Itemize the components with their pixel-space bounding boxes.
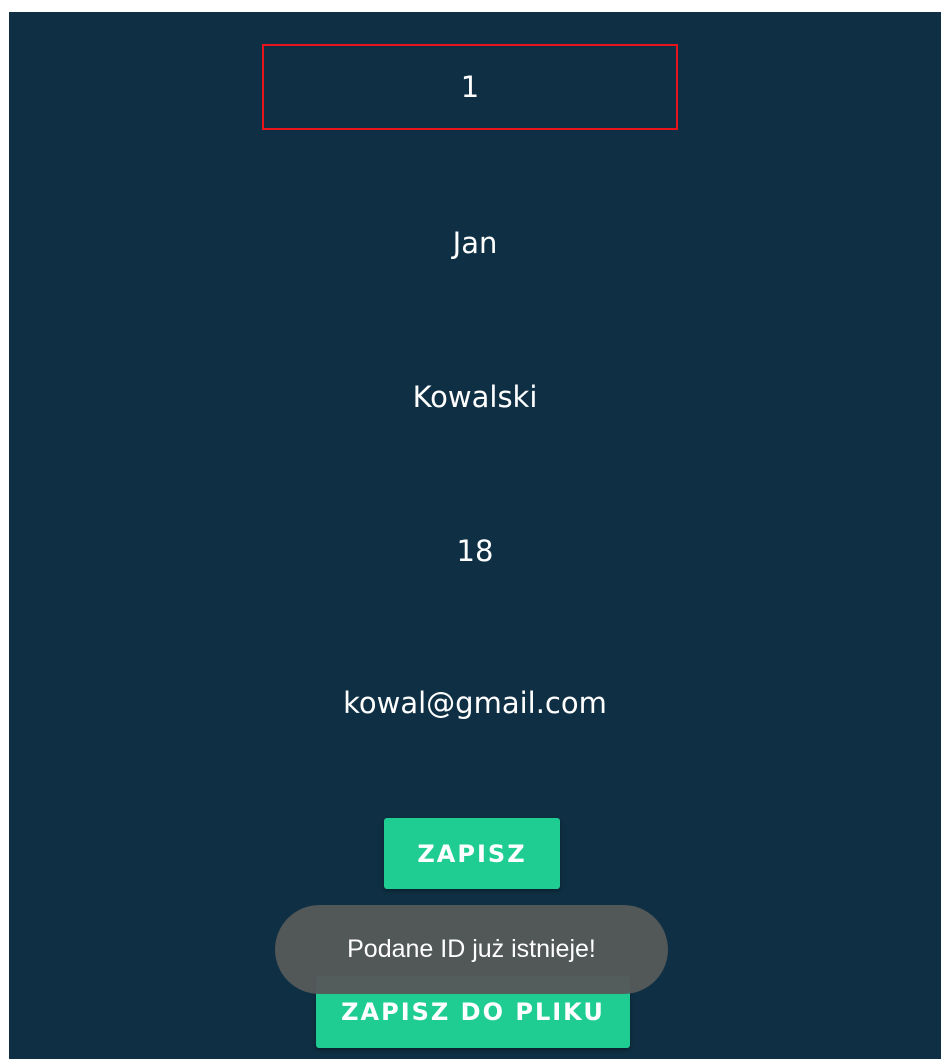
- email-input[interactable]: [9, 683, 941, 723]
- age-input[interactable]: [9, 531, 941, 571]
- toast-message: Podane ID już istnieje!: [275, 905, 668, 994]
- app-screen: ZAPISZ ZAPISZ DO PLIKU Podane ID już ist…: [9, 12, 941, 1059]
- id-field-highlight: [262, 44, 678, 130]
- save-button[interactable]: ZAPISZ: [384, 818, 560, 889]
- id-input[interactable]: [264, 46, 676, 128]
- last-name-input[interactable]: [9, 377, 941, 417]
- first-name-input[interactable]: [9, 223, 941, 263]
